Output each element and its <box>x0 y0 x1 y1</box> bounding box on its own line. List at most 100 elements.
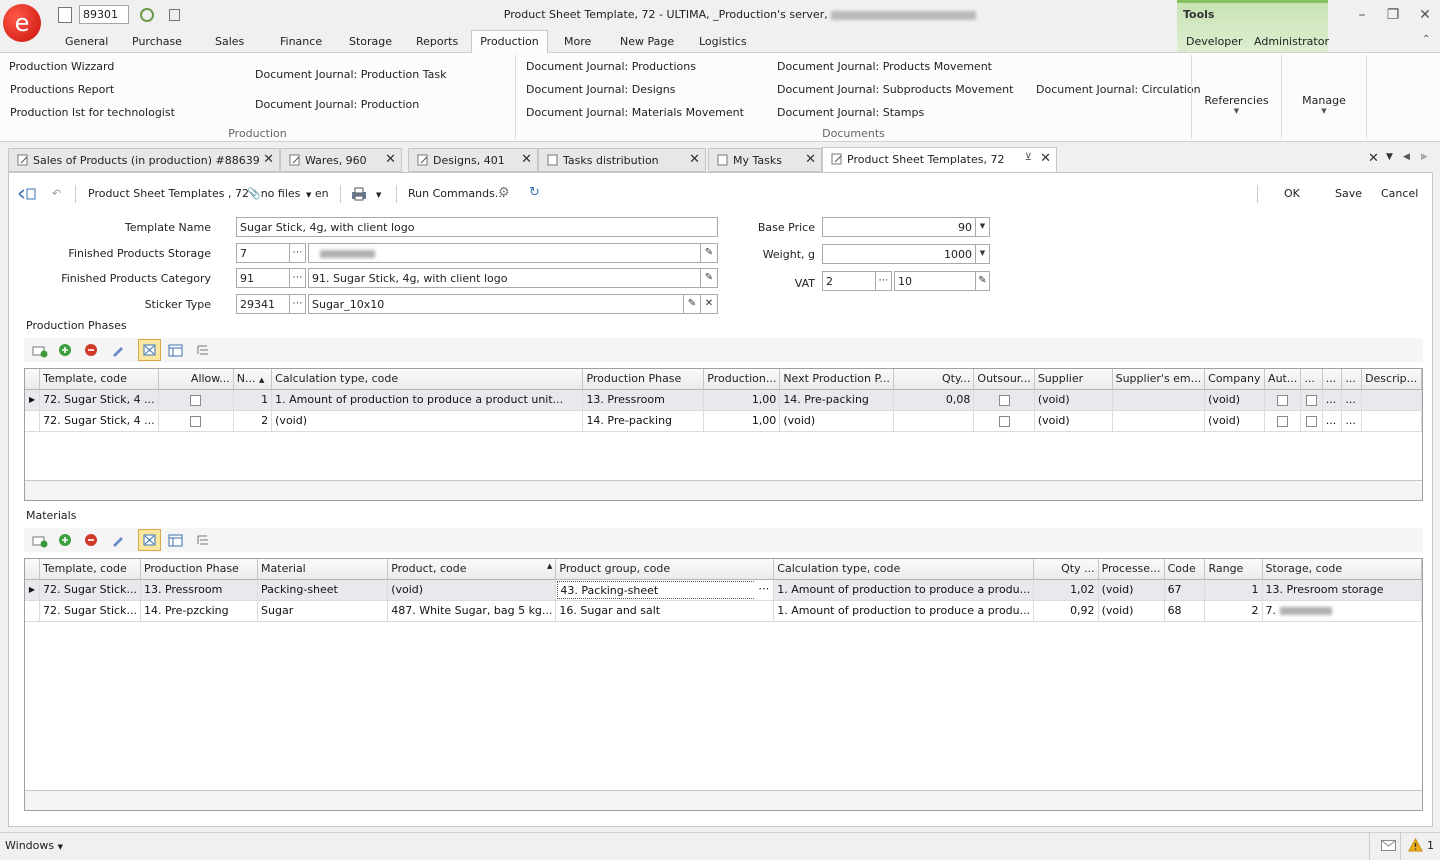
ribbon-dj-production-task[interactable]: Document Journal: Production Task <box>255 68 447 81</box>
col-description[interactable]: Descrip... <box>1361 369 1422 390</box>
close-tab-icon[interactable]: ✕ <box>521 152 532 167</box>
doc-tab-wares[interactable]: Wares, 960 ✕ <box>280 148 402 172</box>
category-code-input[interactable]: 91 <box>236 268 290 288</box>
back-icon[interactable]: ↶ <box>52 187 61 200</box>
cell[interactable]: (void) <box>779 410 894 432</box>
col-calculation-type[interactable]: Calculation type, code <box>271 369 584 390</box>
doc-tab-tasks-distribution[interactable]: Tasks distribution ✕ <box>538 148 706 172</box>
menu-logistics[interactable]: Logistics <box>699 35 747 52</box>
cell[interactable]: 14. Pre-packing <box>582 410 705 432</box>
cell[interactable]: 2 <box>1204 600 1263 622</box>
tree-view-icon[interactable] <box>195 533 211 549</box>
cell[interactable]: 1,00 <box>703 389 781 411</box>
cell[interactable]: (void) <box>1034 410 1113 432</box>
table-row[interactable]: ▶ 72. Sugar Stick, 4 ... 1 1. Amount of … <box>25 389 1422 411</box>
ribbon-dj-productions[interactable]: Document Journal: Productions <box>526 60 696 73</box>
navigation-panel-icon[interactable] <box>18 188 36 200</box>
app-logo[interactable]: e <box>3 4 41 42</box>
product-group-input[interactable]: 43. Packing-sheet <box>557 580 773 599</box>
cell[interactable]: (void) <box>1204 410 1266 432</box>
open-doc-icon[interactable] <box>169 9 180 21</box>
table-row[interactable]: ▶ 72. Sugar Stick... 13. Pressroom Packi… <box>25 579 1422 601</box>
col-outsourcing[interactable]: Outsour... <box>973 369 1035 390</box>
vat-code-input[interactable]: 2 <box>822 271 876 291</box>
col-extra-1[interactable]: ... <box>1300 369 1323 390</box>
outsourcing-checkbox[interactable] <box>973 410 1035 432</box>
product-group-editor[interactable]: 43. Packing-sheet ⋯ <box>555 579 775 601</box>
col-production[interactable]: Production... <box>703 369 781 390</box>
checkbox[interactable] <box>1277 415 1289 427</box>
cell[interactable]: 487. White Sugar, bag 5 kg... <box>387 600 557 622</box>
cell[interactable]: 13. Presroom storage <box>1262 579 1422 601</box>
vat-lookup-button[interactable]: ⋯ <box>875 271 892 291</box>
table-view-icon[interactable] <box>168 343 184 359</box>
category-lookup-button[interactable]: ⋯ <box>289 268 306 288</box>
breadcrumb[interactable]: Product Sheet Templates , 72 <box>88 187 249 200</box>
materials-grid[interactable]: Template, code Production Phase Material… <box>24 558 1423 811</box>
print-dropdown-icon[interactable]: ▼ <box>376 191 381 199</box>
sticker-clear-icon[interactable]: ✕ <box>700 294 718 314</box>
cell[interactable]: Packing-sheet <box>257 579 389 601</box>
ok-button[interactable]: OK <box>1284 187 1300 200</box>
phases-grid[interactable]: Template, code Allow... N... ▲ Calculati… <box>24 368 1423 501</box>
cell[interactable]: 13. Pressroom <box>582 389 705 411</box>
extra-checkbox[interactable] <box>1300 410 1323 432</box>
col-code[interactable]: Code <box>1164 559 1206 580</box>
run-commands-button[interactable]: Run Commands... <box>408 187 505 200</box>
allow-checkbox[interactable] <box>158 389 234 411</box>
cell[interactable]: 72. Sugar Stick... <box>39 600 141 622</box>
weight-dropdown-icon[interactable]: ▼ <box>975 244 990 264</box>
col-product-group[interactable]: Product group, code <box>555 559 775 580</box>
menu-developer[interactable]: Developer <box>1186 35 1243 52</box>
cell[interactable]: 14. Pre-packing <box>779 389 894 411</box>
history-icon[interactable] <box>140 8 154 22</box>
col-supplier-email[interactable]: Supplier's em... <box>1112 369 1206 390</box>
checkbox[interactable] <box>190 415 202 427</box>
col-processed[interactable]: Processe... <box>1098 559 1165 580</box>
cell[interactable]: Sugar <box>257 600 389 622</box>
col-production-phase[interactable]: Production Phase <box>140 559 259 580</box>
col-company[interactable]: Company <box>1204 369 1266 390</box>
cell[interactable]: 72. Sugar Stick, 4 ... <box>39 410 159 432</box>
refresh-icon[interactable]: ↻ <box>529 185 540 200</box>
edit-pencil-icon[interactable] <box>110 533 126 549</box>
table-view-icon[interactable] <box>168 533 184 549</box>
col-next-production-phase[interactable]: Next Production P... <box>779 369 894 390</box>
save-button[interactable]: Save <box>1335 187 1362 200</box>
close-tab-icon[interactable]: ✕ <box>385 152 396 167</box>
ribbon-dj-subproducts-movement[interactable]: Document Journal: Subproducts Movement <box>777 83 1013 96</box>
doc-number-input[interactable]: 89301 <box>79 5 129 24</box>
sticker-lookup-button[interactable]: ⋯ <box>289 294 306 314</box>
cell[interactable]: 1 <box>233 389 273 411</box>
add-icon[interactable] <box>58 533 74 549</box>
category-edit-icon[interactable]: ✎ <box>700 268 718 288</box>
ribbon-dj-products-movement[interactable]: Document Journal: Products Movement <box>777 60 992 73</box>
col-material[interactable]: Material <box>257 559 389 580</box>
cell[interactable]: (void) <box>1034 389 1113 411</box>
col-calculation-type[interactable]: Calculation type, code <box>773 559 1035 580</box>
mail-icon[interactable] <box>1381 840 1396 851</box>
cell[interactable]: 2 <box>233 410 273 432</box>
menu-sales[interactable]: Sales <box>215 35 244 52</box>
menu-finance[interactable]: Finance <box>280 35 322 52</box>
tab-scroll-right-icon[interactable]: ▶ <box>1421 152 1428 162</box>
add-row-icon[interactable] <box>32 533 48 549</box>
ribbon-manage-button[interactable]: Manage ▼ <box>1282 94 1366 115</box>
add-row-icon[interactable] <box>32 343 48 359</box>
cell[interactable]: 13. Pressroom <box>140 579 259 601</box>
col-supplier[interactable]: Supplier <box>1034 369 1113 390</box>
restore-icon[interactable]: ❐ <box>1384 6 1402 24</box>
close-all-tabs-icon[interactable]: ✕ <box>1368 151 1379 166</box>
pin-icon[interactable]: ⊻ <box>1025 152 1032 163</box>
checkbox[interactable] <box>998 394 1010 406</box>
document-icon[interactable] <box>58 7 72 23</box>
menu-new-page[interactable]: New Page <box>620 35 674 52</box>
col-qty[interactable]: Qty... <box>893 369 975 390</box>
cell[interactable]: 1. Amount of production to produce a pro… <box>773 600 1035 622</box>
windows-menu[interactable]: Windows ▼ <box>5 839 63 852</box>
base-price-dropdown-icon[interactable]: ▼ <box>975 217 990 237</box>
doc-tab-sales[interactable]: Sales of Products (in production) #88639… <box>8 148 280 172</box>
auto-checkbox[interactable] <box>1264 389 1302 411</box>
cancel-button[interactable]: Cancel <box>1381 187 1418 200</box>
cell[interactable]: 1,02 <box>1033 579 1099 601</box>
